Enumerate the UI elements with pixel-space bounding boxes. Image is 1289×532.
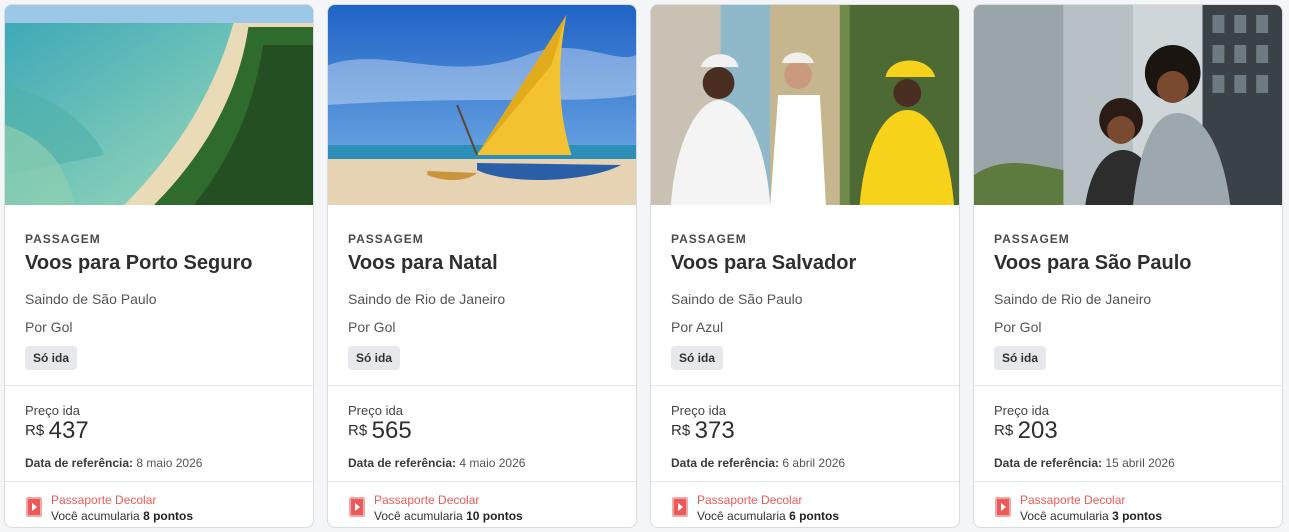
price-amount: 373 [694,417,735,444]
loyalty-points: Passaporte Decolar Você acumularia 8 pon… [25,493,295,527]
flight-offers-list: PASSAGEM Voos para Porto Seguro Saindo d… [4,4,1285,528]
loyalty-points: Passaporte Decolar Você acumularia 6 pon… [671,493,941,527]
price-amount: 437 [48,417,89,444]
offer-title[interactable]: Voos para Natal [348,252,498,275]
passport-icon [349,497,365,517]
divider [328,385,636,386]
reference-date-value: 6 abril 2026 [782,456,846,470]
product-type-label: PASSAGEM [25,232,101,246]
loyalty-program-name: Passaporte Decolar [374,493,480,507]
price: R$ 565 [348,417,412,445]
points-text: Você acumularia 6 pontos [697,509,839,523]
product-type-label: PASSAGEM [671,232,747,246]
city-couple-photo [974,5,1282,205]
loyalty-program-name: Passaporte Decolar [51,493,157,507]
loyalty-program-name: Passaporte Decolar [1020,493,1126,507]
dancers-street-photo [651,5,959,205]
airline-text: Por Gol [348,319,396,335]
loyalty-points: Passaporte Decolar Você acumularia 3 pon… [994,493,1264,527]
price: R$ 437 [25,417,89,445]
product-type-label: PASSAGEM [994,232,1070,246]
points-prefix: Você acumularia [697,509,786,523]
currency: R$ [348,422,368,439]
currency: R$ [671,422,691,439]
reference-date-value: 8 maio 2026 [136,456,203,470]
sailboat-beach-photo [328,5,636,205]
offer-card-natal[interactable]: PASSAGEM Voos para Natal Saindo de Rio d… [327,4,637,528]
divider [328,481,636,482]
origin-text: Saindo de São Paulo [25,291,157,307]
airline-text: Por Gol [994,319,1042,335]
trip-type-badge: Só ida [671,346,724,370]
reference-date-label: Data de referência: [25,456,134,470]
reference-date-value: 15 abril 2026 [1105,456,1175,470]
points-text: Você acumularia 10 pontos [374,509,523,523]
points-value: 10 pontos [466,509,523,523]
divider [974,385,1282,386]
points-text: Você acumularia 3 pontos [1020,509,1162,523]
price-label: Preço ida [25,403,80,418]
offer-card-salvador[interactable]: PASSAGEM Voos para Salvador Saindo de Sã… [650,4,960,528]
points-value: 6 pontos [789,509,840,523]
price-label: Preço ida [994,403,1049,418]
points-prefix: Você acumularia [1020,509,1109,523]
reference-date: Data de referência: 8 maio 2026 [25,456,202,470]
price-amount: 565 [371,417,412,444]
divider [5,385,313,386]
passport-icon [672,497,688,517]
loyalty-points: Passaporte Decolar Você acumularia 10 po… [348,493,618,527]
price-amount: 203 [1017,417,1058,444]
points-prefix: Você acumularia [51,509,140,523]
offer-title[interactable]: Voos para São Paulo [994,252,1191,275]
offer-title[interactable]: Voos para Porto Seguro [25,252,252,275]
trip-type-badge: Só ida [994,346,1047,370]
loyalty-program-name: Passaporte Decolar [697,493,803,507]
currency: R$ [994,422,1014,439]
reference-date-label: Data de referência: [348,456,457,470]
points-value: 8 pontos [143,509,194,523]
origin-text: Saindo de São Paulo [671,291,803,307]
reference-date: Data de referência: 15 abril 2026 [994,456,1175,470]
offer-card-sao-paulo[interactable]: PASSAGEM Voos para São Paulo Saindo de R… [973,4,1283,528]
beach-coast-photo [5,5,313,205]
origin-text: Saindo de Rio de Janeiro [348,291,506,307]
trip-type-badge: Só ida [25,346,78,370]
divider [974,481,1282,482]
product-type-label: PASSAGEM [348,232,424,246]
passport-icon [995,497,1011,517]
reference-date-value: 4 maio 2026 [459,456,526,470]
divider [651,385,959,386]
price: R$ 203 [994,417,1058,445]
price-label: Preço ida [348,403,403,418]
origin-text: Saindo de Rio de Janeiro [994,291,1152,307]
reference-date: Data de referência: 4 maio 2026 [348,456,525,470]
offer-card-porto-seguro[interactable]: PASSAGEM Voos para Porto Seguro Saindo d… [4,4,314,528]
price: R$ 373 [671,417,735,445]
passport-icon [26,497,42,517]
price-label: Preço ida [671,403,726,418]
points-text: Você acumularia 8 pontos [51,509,193,523]
offer-title[interactable]: Voos para Salvador [671,252,856,275]
reference-date: Data de referência: 6 abril 2026 [671,456,845,470]
divider [5,481,313,482]
trip-type-badge: Só ida [348,346,401,370]
reference-date-label: Data de referência: [671,456,780,470]
points-value: 3 pontos [1112,509,1163,523]
reference-date-label: Data de referência: [994,456,1103,470]
divider [651,481,959,482]
airline-text: Por Azul [671,319,724,335]
currency: R$ [25,422,45,439]
points-prefix: Você acumularia [374,509,463,523]
airline-text: Por Gol [25,319,73,335]
